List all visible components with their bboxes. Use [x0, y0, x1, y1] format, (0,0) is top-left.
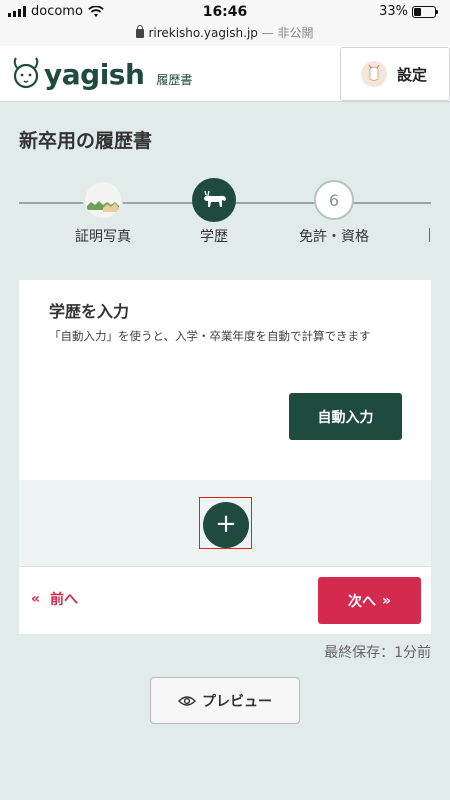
step-number: 6 — [314, 180, 354, 220]
step-navigation: « 前へ 次へ » — [19, 566, 431, 634]
step-label: 証明写真 — [75, 229, 131, 245]
preview-button[interactable]: プレビュー — [150, 677, 300, 724]
goat-logo-icon — [13, 57, 39, 89]
step-license[interactable]: 6 免許・資格 — [299, 180, 369, 246]
double-chevron-right-icon: » — [381, 592, 392, 609]
auto-fill-button[interactable]: 自動入力 — [289, 393, 402, 440]
education-card: 学歴を入力 「自動入力」を使うと、入学・卒業年度を自動で計算できます 自動入力 … — [19, 280, 431, 566]
prev-button[interactable]: « 前へ — [31, 589, 78, 609]
url-privacy: — 非公開 — [261, 26, 314, 40]
progress-stepper: 証明写真 学歴 6 免許・資格 — [0, 178, 450, 260]
preview-label: プレビュー — [202, 693, 272, 710]
prev-label: 前へ — [50, 592, 79, 608]
step-label: 学歴 — [200, 229, 228, 245]
settings-label: 設定 — [397, 65, 428, 84]
battery-percent: 33% — [379, 4, 408, 19]
section-description: 「自動入力」を使うと、入学・卒業年度を自動で計算できます — [49, 329, 371, 343]
battery-fill — [414, 7, 421, 16]
next-button[interactable]: 次へ » — [318, 577, 421, 624]
next-label: 次へ — [347, 593, 376, 610]
last-saved-status: 最終保存：1分前 — [324, 645, 431, 661]
step-label: 免許・資格 — [299, 229, 369, 245]
step-education[interactable]: 学歴 — [192, 178, 236, 246]
logo-subtitle: 履歴書 — [156, 73, 193, 87]
goat-avatar-icon — [361, 61, 387, 87]
stepper-end-tick — [429, 228, 430, 242]
site-header: yagish 履歴書 設定 — [0, 46, 450, 102]
status-right: 33% — [379, 4, 438, 19]
lock-icon — [136, 25, 145, 38]
settings-button[interactable]: 設定 — [340, 47, 450, 101]
double-chevron-left-icon: « — [31, 591, 41, 607]
photo-step-icon — [83, 180, 123, 220]
goat-step-icon — [192, 178, 236, 222]
page-title: 新卒用の履歴書 — [19, 130, 153, 152]
url-text: rirekisho.yagish.jp — [148, 26, 258, 40]
battery-icon — [412, 5, 438, 18]
eye-icon — [178, 695, 196, 706]
section-title: 学歴を入力 — [49, 302, 130, 321]
logo[interactable]: yagish 履歴書 — [10, 52, 192, 92]
highlight-box — [199, 497, 252, 549]
status-bar: docomo 16:46 33% rirekisho.yagish.jp — 非… — [0, 0, 450, 46]
url-bar[interactable]: rirekisho.yagish.jp — 非公開 — [0, 24, 450, 41]
logo-text: yagish — [44, 58, 145, 91]
step-photo[interactable]: 証明写真 — [75, 180, 131, 246]
add-education-area: + — [19, 480, 431, 566]
